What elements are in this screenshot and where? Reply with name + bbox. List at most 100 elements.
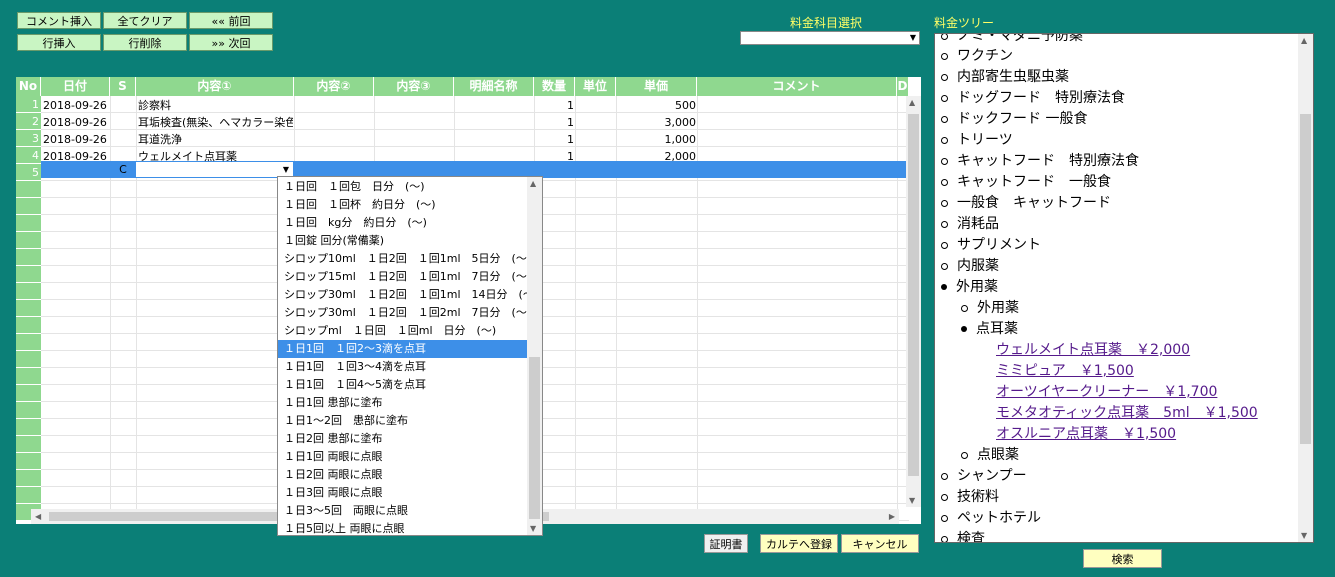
dropdown-option[interactable]: １日1回 １回4～5滴を点耳 [278,376,527,394]
tree-item-gaiyouyaku[interactable]: 外用薬 [941,277,998,298]
row3-date[interactable]: 2018-09-26 [43,131,107,148]
dropdown-option[interactable]: １日5回以上 両眼に点眼 [278,520,527,535]
row-number[interactable]: 3 [16,130,41,147]
dropdown-option[interactable]: １日1回 １回3～4滴を点耳 [278,358,527,376]
dropdown-option[interactable]: シロップ30ml １日2回 １回1ml 14日分 (～) [278,286,538,304]
row-number[interactable] [16,368,41,385]
row1-date[interactable]: 2018-09-26 [43,97,107,114]
tree-leaf-link[interactable]: ウェルメイト点耳薬 ￥2,000 [996,340,1190,361]
row5-s[interactable]: C [110,161,136,178]
row2-qty[interactable]: 1 [534,114,574,131]
tree-item[interactable]: ドックフード 一般食 [941,109,1087,130]
dropdown-option[interactable]: １日回 １回包 日分 (～) [278,178,527,196]
row-number[interactable] [16,266,41,283]
row-number[interactable]: 4 [16,147,41,164]
scroll-left-icon[interactable]: ◀ [35,512,41,521]
tree-item[interactable]: 内部寄生虫駆虫薬 [941,67,1069,88]
dropdown-option[interactable]: １日1回 １回2～3滴を点耳 [278,340,527,358]
tree-item[interactable]: トリーツ [941,130,1013,151]
header-detail-name[interactable]: 明細名称 [454,77,534,96]
header-no[interactable]: No [16,77,41,96]
tree-item[interactable]: 技術料 [941,487,999,508]
scroll-down-icon[interactable]: ▼ [909,496,915,505]
row2-content1[interactable]: 耳垢検査(無染、ヘマカラー染色 [138,114,293,131]
scroll-up-icon[interactable]: ▲ [1301,36,1307,45]
row3-qty[interactable]: 1 [534,131,574,148]
row4-qty[interactable]: 1 [534,148,574,165]
dropdown-option[interactable]: １日1～2回 患部に塗布 [278,412,527,430]
tree-item[interactable]: キャットフード 一般食 [941,172,1111,193]
dropdown-scrollbar[interactable]: ▲ ▼ [527,177,542,535]
dropdown-option[interactable]: １回錠 回分(常備薬) [278,232,527,250]
tree-item[interactable]: ドッグフード 特別療法食 [941,88,1125,109]
row-number[interactable] [16,334,41,351]
header-s[interactable]: S [110,77,136,96]
tree-item[interactable]: 検査 [941,529,985,542]
row-number[interactable]: 2 [16,113,41,130]
tree-item[interactable]: ノミ・マダニ予防薬 [941,34,1083,47]
tree-item[interactable]: キャットフード 特別療法食 [941,151,1139,172]
tree-item[interactable]: サプリメント [941,235,1041,256]
dropdown-option[interactable]: １日3回 両眼に点眼 [278,484,527,502]
content1-dropdown-list[interactable]: １日回 １回包 日分 (～) １日回 １回杯 約日分 (～) １日回 kg分 約日分… [277,176,543,536]
certificate-button[interactable]: 証明書 [704,534,748,553]
row3-content1[interactable]: 耳道洗浄 [138,131,293,148]
dropdown-option[interactable]: シロップml １日回 １回ml 日分 (～) [278,322,527,340]
dropdown-option[interactable]: シロップ15ml １日2回 １回1ml 7日分 (～) [278,268,531,286]
comment-insert-button[interactable]: コメント挿入 [17,12,101,29]
grid-vertical-scrollbar[interactable]: ▲ ▼ [906,96,921,507]
header-unit-price[interactable]: 単価 [616,77,697,96]
scroll-right-icon[interactable]: ▶ [889,512,895,521]
row-number[interactable] [16,470,41,487]
row-number[interactable] [16,385,41,402]
row-number[interactable] [16,453,41,470]
tree-item[interactable]: 一般食 キャットフード [941,193,1111,214]
row-number[interactable] [16,317,41,334]
scroll-up-icon[interactable]: ▲ [909,98,915,107]
row3-price[interactable]: 1,000 [616,131,697,148]
dropdown-option[interactable]: シロップ10ml １日2回 １回1ml 5日分 (～) [278,250,531,268]
row-number[interactable] [16,249,41,266]
row-number[interactable] [16,181,41,198]
header-content1[interactable]: 内容① [136,77,294,96]
row4-price[interactable]: 2,000 [616,148,697,165]
row-number[interactable] [16,402,41,419]
header-quantity[interactable]: 数量 [534,77,575,96]
register-chart-button[interactable]: カルテへ登録 [760,534,838,553]
tree-leaf-link[interactable]: オスルニア点耳薬 ￥1,500 [996,424,1176,445]
row4-content1[interactable]: ウェルメイト点耳薬 [138,148,293,165]
header-content2[interactable]: 内容② [294,77,374,96]
row-number[interactable] [16,419,41,436]
fee-subject-select[interactable]: ▼ [740,31,920,45]
dropdown-option[interactable]: １日回 １回杯 約日分 (～) [278,196,527,214]
dropdown-option[interactable]: １日2回 両眼に点眼 [278,466,527,484]
header-d[interactable]: D [897,77,909,96]
row-number[interactable]: 5 [16,164,41,181]
dropdown-option[interactable]: シロップ30ml １日2回 １回2ml 7日分 (～) [278,304,531,322]
tree-item[interactable]: ペットホテル [941,508,1041,529]
tree-item[interactable]: 内服薬 [941,256,999,277]
scroll-down-icon[interactable]: ▼ [530,524,536,533]
tree-item[interactable]: ワクチン [941,46,1013,67]
clear-all-button[interactable]: 全てクリア [103,12,187,29]
row1-content1[interactable]: 診察料 [138,97,293,114]
row-insert-button[interactable]: 行挿入 [17,34,101,51]
row-number[interactable] [16,436,41,453]
next-button[interactable]: »» 次回 [189,34,273,51]
row-number[interactable] [16,283,41,300]
header-unit[interactable]: 単位 [575,77,616,96]
tree-item[interactable]: 消耗品 [941,214,999,235]
tree-leaf-link[interactable]: ミミピュア ￥1,500 [996,361,1134,382]
tree-leaf-link[interactable]: モメタオティック点耳薬 5ml ￥1,500 [996,403,1258,424]
row-number[interactable] [16,198,41,215]
header-comment[interactable]: コメント [697,77,897,96]
fee-tree[interactable]: ノミ・マダニ予防薬 ワクチン 内部寄生虫駆虫薬 ドッグフード 特別療法食 ドックフード… [934,33,1314,543]
search-button[interactable]: 検索 [1083,549,1162,568]
row-number[interactable] [16,351,41,368]
row-number[interactable]: 1 [16,96,41,113]
dropdown-option[interactable]: １日3～5回 両眼に点眼 [278,502,527,520]
tree-leaf-link[interactable]: オーツイヤークリーナー ￥1,700 [996,382,1217,403]
prev-button[interactable]: «« 前回 [189,12,273,29]
header-content3[interactable]: 内容③ [374,77,454,96]
cancel-button[interactable]: キャンセル [841,534,919,553]
